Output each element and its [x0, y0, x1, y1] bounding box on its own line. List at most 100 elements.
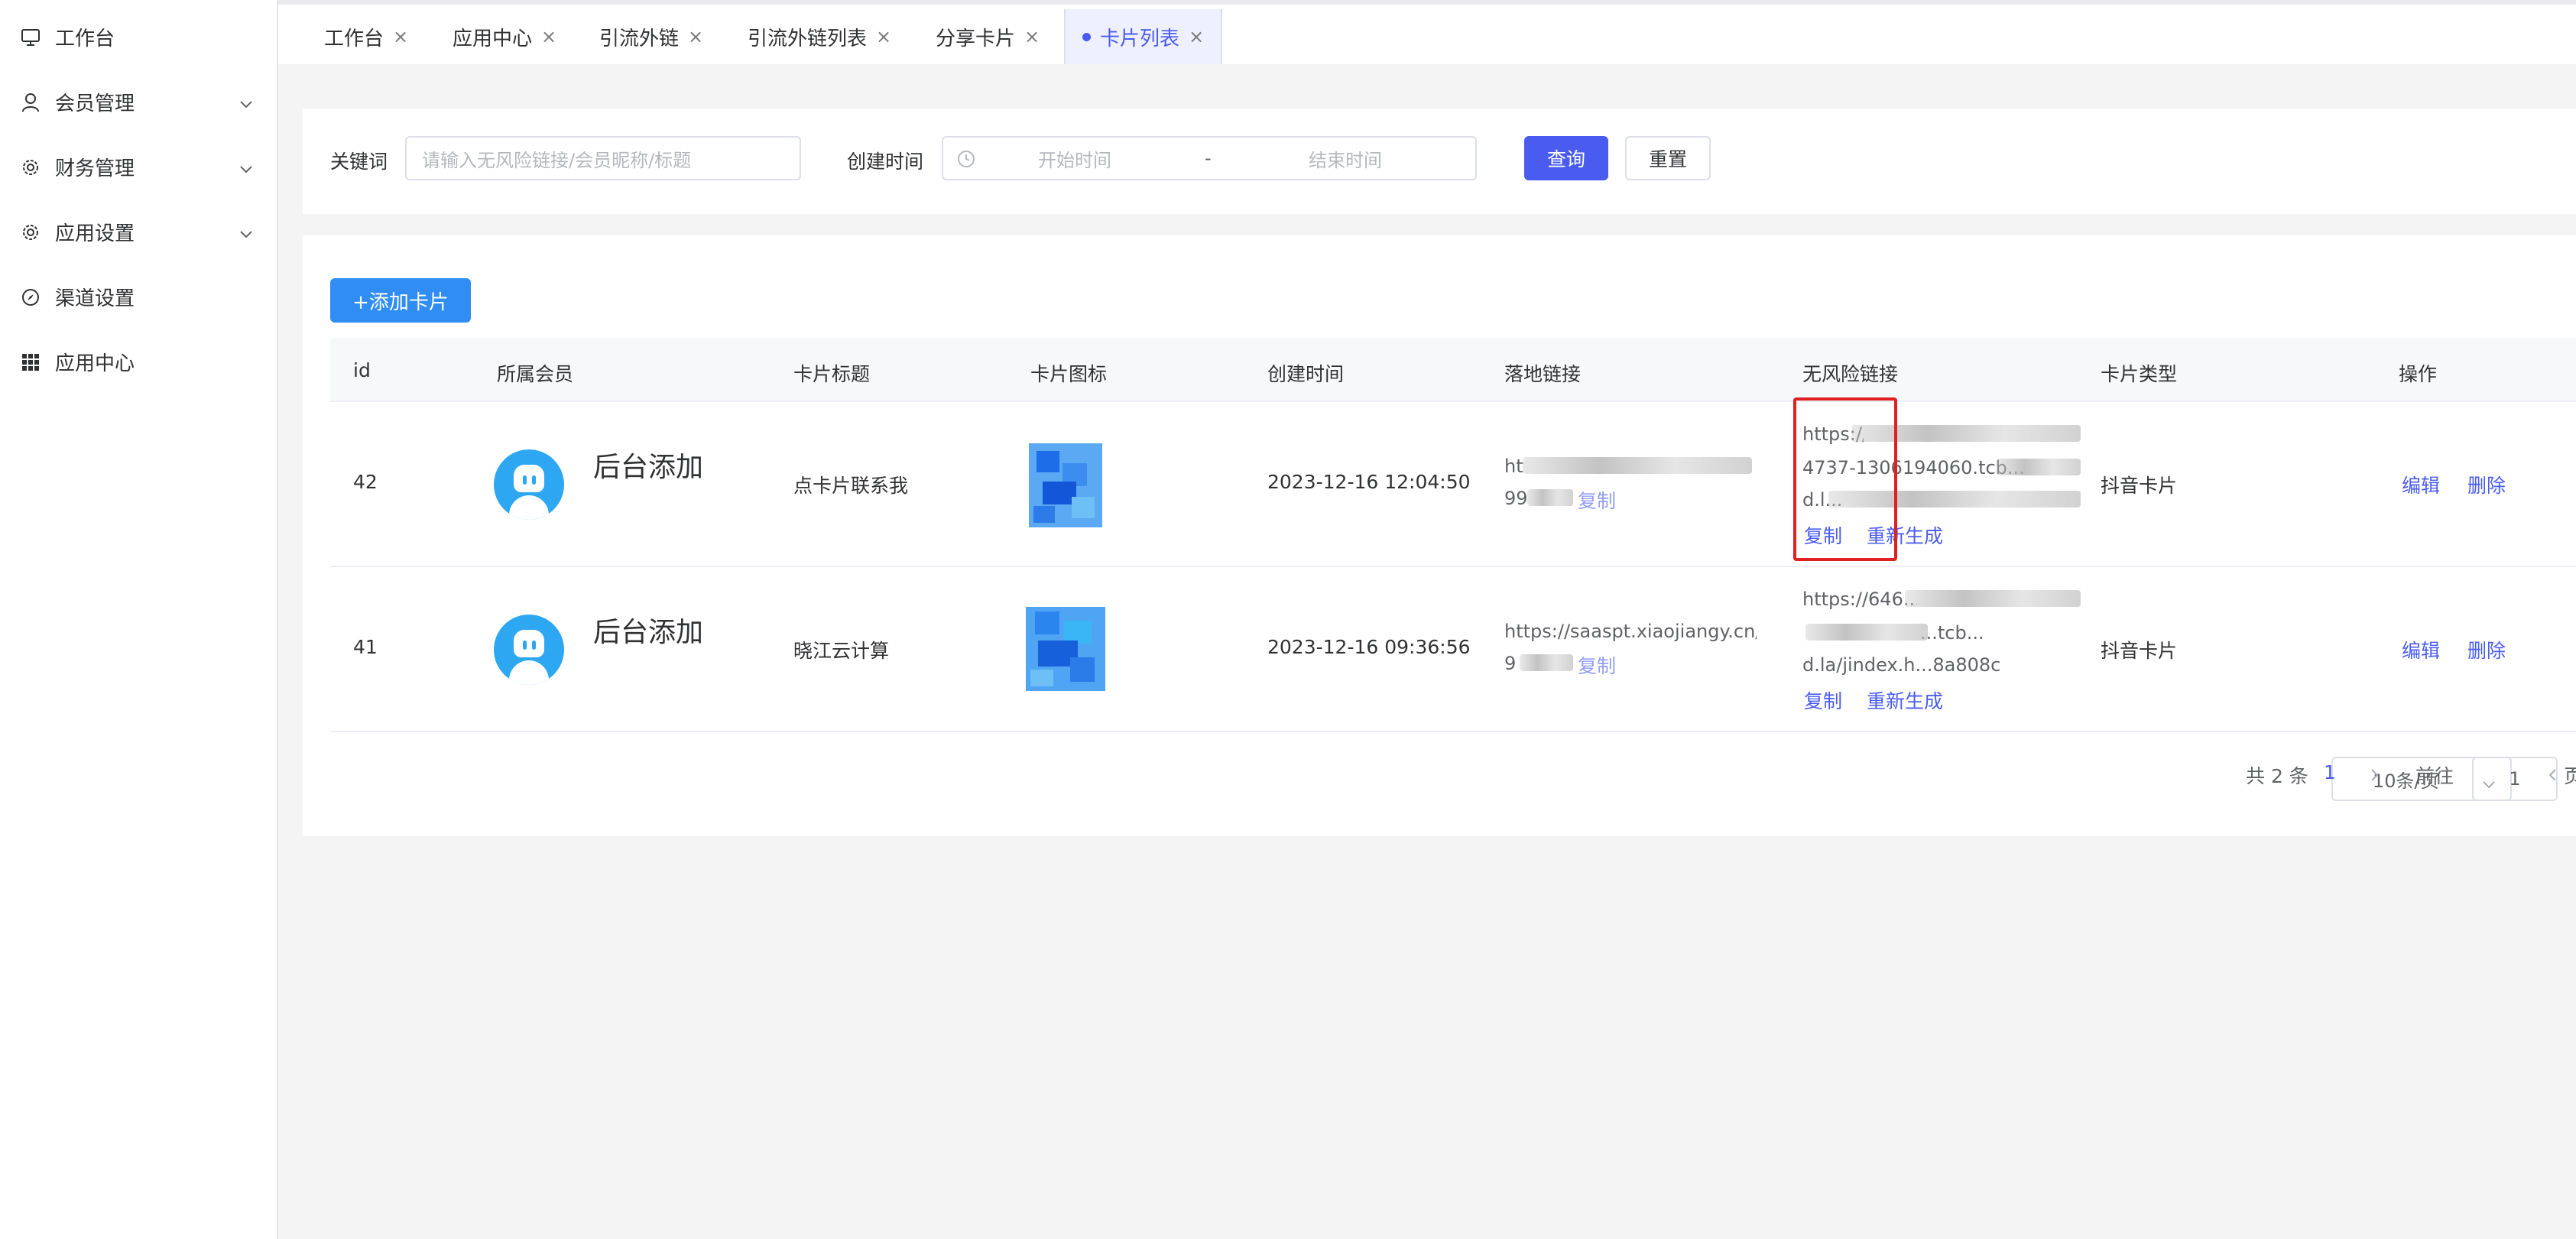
compass-icon: [20, 287, 41, 308]
tab-label: 应用中心: [453, 27, 533, 50]
reset-button[interactable]: 重置: [1625, 136, 1711, 180]
row-id: 41: [353, 636, 378, 658]
redacted-blur: [1527, 489, 1573, 506]
close-icon[interactable]: ×: [1189, 26, 1204, 47]
goto-page-input[interactable]: 1: [2472, 757, 2558, 801]
tab-share-card[interactable]: 分享卡片 ×: [919, 9, 1056, 64]
page-suffix: 页: [2564, 765, 2576, 787]
created-time: 2023-12-16 09:36:56: [1267, 636, 1471, 658]
close-icon[interactable]: ×: [541, 26, 556, 47]
goto-page-value: 1: [2509, 768, 2521, 790]
tab-label: 引流外链列表: [748, 27, 868, 50]
landing-copy-link[interactable]: 复制: [1578, 486, 1616, 514]
current-page-number[interactable]: 1: [2324, 761, 2336, 783]
chevron-down-icon: [238, 222, 254, 245]
sidebar-item-label: 工作台: [55, 28, 115, 50]
safe-link-text: https://646...: [1802, 589, 1917, 610]
delete-link[interactable]: 删除: [2467, 636, 2506, 663]
tab-label: 工作台: [324, 27, 384, 50]
col-id: id: [353, 359, 371, 381]
tab-card-list[interactable]: 卡片列表 ×: [1064, 9, 1223, 64]
redacted-blur: [1520, 654, 1573, 671]
highlight-box: [1793, 397, 1897, 561]
card-type: 抖音卡片: [2101, 640, 2178, 662]
sidebar-item-label: 应用中心: [55, 352, 135, 375]
grid-icon: [20, 352, 41, 373]
start-time-placeholder[interactable]: 开始时间: [1038, 145, 1111, 172]
member-name: 后台添加: [593, 452, 704, 483]
safe-copy-link[interactable]: 复制: [1804, 686, 1842, 714]
sidebar-item-finance[interactable]: 财务管理: [0, 135, 277, 199]
close-icon[interactable]: ×: [393, 26, 408, 47]
monitor-icon: [20, 27, 41, 48]
card-icon-thumbnail: [1026, 607, 1105, 691]
avatar: [494, 615, 564, 685]
edit-link[interactable]: 编辑: [2402, 636, 2440, 663]
close-icon[interactable]: ×: [876, 26, 891, 47]
gear-icon: [20, 222, 41, 243]
add-card-button[interactable]: +添加卡片: [330, 278, 471, 323]
delete-link[interactable]: 删除: [2467, 471, 2506, 498]
query-button[interactable]: 查询: [1524, 136, 1608, 180]
col-member: 所属会员: [497, 363, 574, 385]
range-separator: -: [1205, 148, 1212, 169]
sidebar-item-app-center[interactable]: 应用中心: [0, 329, 277, 394]
row-id: 42: [353, 471, 378, 493]
sidebar: 工作台 会员管理 财务管理 应用设置 渠道设置 应用中心: [0, 0, 278, 1239]
filter-panel: 关键词 请输入无风险链接/会员昵称/标题 创建时间 开始时间 - 结束时间 查询…: [303, 109, 2576, 214]
tab-label: 分享卡片: [936, 27, 1016, 50]
end-time-placeholder[interactable]: 结束时间: [1309, 145, 1382, 172]
safe-link-text-2: ...tcb...: [1920, 622, 1984, 644]
card-type: 抖音卡片: [2101, 475, 2178, 497]
create-time-label: 创建时间: [847, 151, 924, 173]
keyword-placeholder: 请输入无风险链接/会员昵称/标题: [422, 149, 692, 171]
avatar: [494, 449, 564, 520]
col-landing-link: 落地链接: [1504, 363, 1582, 385]
keyword-input[interactable]: 请输入无风险链接/会员昵称/标题: [405, 136, 801, 180]
redacted-blur: [1805, 624, 1928, 641]
main-content: 工作台 × 应用中心 × 引流外链 × 引流外链列表 × 分享卡片 × 卡片列表 × 关键词…: [278, 0, 2576, 1239]
safe-regenerate-link[interactable]: 重新生成: [1867, 686, 1943, 714]
table-row: 41 后台添加 晓江云计算 2023-12-16 09:36:56 https:…: [330, 567, 2576, 732]
table-header: id 所属会员 卡片标题 卡片图标 创建时间 落地链接 无风险链接 卡片类型 操…: [330, 338, 2576, 402]
close-icon[interactable]: ×: [688, 26, 703, 47]
next-page-icon[interactable]: [2370, 767, 2380, 786]
redacted-blur: [1523, 457, 1752, 474]
sidebar-item-label: 应用设置: [55, 222, 135, 245]
landing-link-text: https://saaspt.xiaojiangy.cn/c: [1504, 621, 1757, 642]
col-card-type: 卡片类型: [2101, 363, 2178, 385]
tab-app-center[interactable]: 应用中心 ×: [436, 9, 573, 64]
keyword-label: 关键词: [330, 151, 388, 173]
col-created: 创建时间: [1267, 363, 1345, 385]
tab-workbench[interactable]: 工作台 ×: [307, 9, 425, 64]
sidebar-item-label: 会员管理: [55, 92, 135, 115]
sidebar-item-members[interactable]: 会员管理: [0, 70, 277, 135]
sidebar-item-label: 财务管理: [55, 157, 135, 180]
gear-icon: [20, 157, 41, 178]
edit-link[interactable]: 编辑: [2402, 471, 2440, 498]
table-row: 42 后台添加 点卡片联系我 2023-12-16 12:04:50 ht 99…: [330, 397, 2576, 567]
col-safe-link: 无风险链接: [1802, 363, 1899, 385]
safe-link-text-3: d.la/jindex.h...8a808c: [1802, 654, 2001, 676]
member-name: 后台添加: [593, 617, 704, 648]
sidebar-item-channel[interactable]: 渠道设置: [0, 264, 277, 329]
sidebar-item-workbench[interactable]: 工作台: [0, 5, 277, 70]
created-time: 2023-12-16 12:04:50: [1267, 471, 1471, 493]
col-title: 卡片标题: [793, 363, 871, 385]
close-icon[interactable]: ×: [1024, 26, 1040, 47]
table-card: +添加卡片 id 所属会员 卡片标题 卡片图标 创建时间 落地链接 无风险链接 …: [303, 235, 2576, 836]
tab-traffic-link-list[interactable]: 引流外链列表 ×: [731, 9, 908, 64]
tab-label: 引流外链: [599, 27, 680, 50]
landing-copy-link[interactable]: 复制: [1578, 651, 1616, 679]
goto-label: 前往: [2415, 765, 2454, 787]
tab-traffic-link[interactable]: 引流外链 ×: [582, 9, 720, 64]
chevron-down-icon: [238, 92, 254, 115]
sidebar-item-app-settings[interactable]: 应用设置: [0, 199, 277, 264]
date-range-picker[interactable]: 开始时间 - 结束时间: [942, 136, 1477, 180]
total-count: 共 2 条: [2246, 765, 2308, 787]
user-icon: [20, 92, 41, 113]
card-title: 晓江云计算: [793, 640, 890, 662]
col-actions: 操作: [2399, 363, 2438, 385]
tab-label: 卡片列表: [1100, 27, 1180, 50]
redacted-blur: [1905, 590, 2081, 607]
